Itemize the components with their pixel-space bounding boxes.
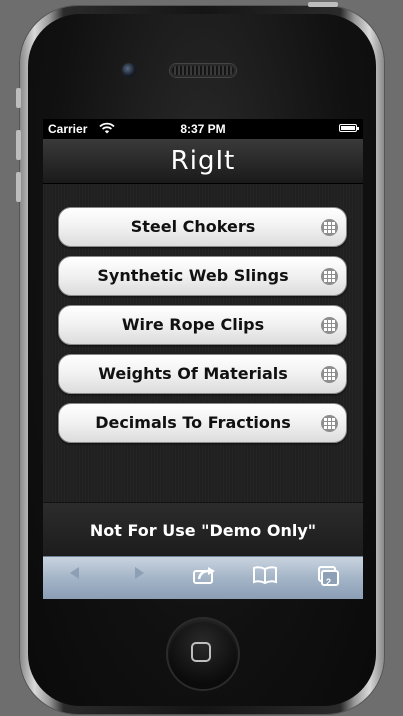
mute-switch [16, 88, 21, 108]
phone-screen: Carrier 8:37 PM RigIt Steel Chokers Synt… [43, 119, 363, 599]
menu-item-weights-of-materials[interactable]: Weights Of Materials [58, 354, 347, 394]
status-bar: Carrier 8:37 PM [43, 119, 363, 139]
front-camera [122, 63, 136, 77]
grid-icon [321, 415, 338, 432]
menu-item-synthetic-web-slings[interactable]: Synthetic Web Slings [58, 256, 347, 296]
grid-icon [321, 317, 338, 334]
app-title-bar: RigIt [43, 139, 363, 184]
volume-down-button [16, 172, 21, 202]
grid-icon [321, 219, 338, 236]
home-square-icon [191, 642, 211, 662]
demo-notice-bar: Not For Use "Demo Only" [43, 502, 363, 557]
menu-item-wire-rope-clips[interactable]: Wire Rope Clips [58, 305, 347, 345]
menu-list: Steel Chokers Synthetic Web Slings Wire … [43, 184, 363, 502]
menu-item-label: Synthetic Web Slings [97, 266, 289, 285]
menu-item-label: Steel Chokers [130, 217, 256, 236]
app-title: RigIt [170, 146, 236, 176]
power-button [308, 2, 338, 7]
share-button[interactable] [189, 565, 219, 591]
menu-item-label: Wire Rope Clips [121, 315, 265, 334]
tab-count-badge: 2 [326, 577, 332, 587]
forward-button[interactable] [124, 565, 154, 591]
bookmarks-button[interactable] [250, 565, 280, 591]
volume-up-button [16, 130, 21, 160]
grid-icon [321, 366, 338, 383]
demo-notice: Not For Use "Demo Only" [89, 520, 317, 540]
menu-item-decimals-to-fractions[interactable]: Decimals To Fractions [58, 403, 347, 443]
tabs-button[interactable]: 2 [313, 565, 343, 591]
home-button[interactable] [168, 619, 238, 689]
menu-item-label: Decimals To Fractions [95, 413, 291, 432]
earpiece-speaker [170, 64, 236, 77]
forward-icon [135, 567, 144, 579]
status-time: 8:37 PM [180, 122, 226, 136]
menu-item-label: Weights Of Materials [98, 364, 288, 383]
menu-item-steel-chokers[interactable]: Steel Chokers [58, 207, 347, 247]
safari-toolbar: 2 [43, 556, 363, 599]
share-icon [193, 567, 215, 584]
grid-icon [321, 268, 338, 285]
back-icon [70, 567, 79, 579]
battery-icon [339, 124, 359, 132]
bookmarks-icon [253, 566, 277, 585]
back-button[interactable] [60, 565, 90, 591]
